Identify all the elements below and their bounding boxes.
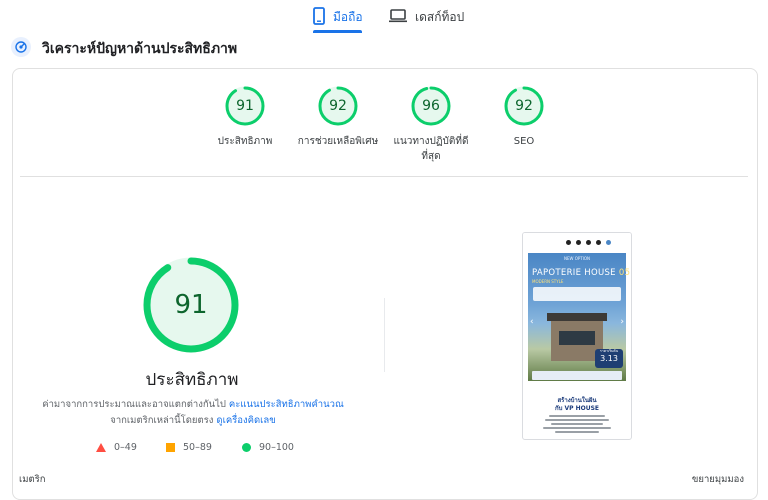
section-title: วิเคราะห์ปัญหาด้านประสิทธิภาพ [42,41,238,57]
description-text-2: จากเมตริกเหล่านี้โดยตรง [110,415,217,426]
tab-desktop[interactable]: เดสก์ท็อป [389,0,464,34]
score-value: 96 [422,98,440,114]
preview-topbar [523,233,631,253]
card-divider [20,176,748,177]
preview-brand: PAPOTERIE HOUSE 05 [532,268,631,278]
tab-mobile-label: มือถือ [333,9,363,24]
preview-brand-num: 05 [618,268,631,278]
preview-spec-table [533,287,621,301]
preview-hero-small: NEW OPTION [563,256,591,261]
preview-bottom-title: สร้างบ้านในฝัน กับ VP HOUSE [554,397,600,412]
score-value: 92 [329,98,347,114]
desktop-icon [389,8,407,26]
tab-mobile[interactable]: มือถือ [313,0,363,34]
legend-average: 50–89 [166,442,212,453]
preview-hero-image: NEW OPTION PAPOTERIE HOUSE 05 MODERN STY… [528,253,630,381]
main-score-value: 91 [174,290,208,320]
score-label-line2: ที่สุด [421,151,441,162]
legend-pass-label: 90–100 [259,442,294,453]
metrics-heading: เมตริก [19,474,46,485]
legend-fail: 0–49 [96,442,137,453]
active-tab-indicator [313,30,362,33]
preview-contact-bar [532,371,622,380]
tab-desktop-label: เดสก์ท็อป [415,9,465,24]
preview-style: MODERN STYLE [532,279,564,284]
calculator-link[interactable]: ดูเครื่องคิดเลข [216,415,275,426]
description-text-1: ค่ามาจากการประมาณและอาจแตกต่างกันไป [42,399,229,410]
score-gauge-seo[interactable]: 92 SEO [454,86,594,149]
triangle-icon [96,443,106,452]
legend-average-label: 50–89 [183,442,212,453]
main-score-title: ประสิทธิภาพ [145,370,239,390]
score-value: 92 [515,98,533,114]
circle-icon [242,443,251,452]
preview-price-badge: ราคาเริ่มต้น 3.13 [595,349,623,368]
vertical-divider [384,298,385,372]
smartphone-icon [313,6,325,28]
main-score-gauge: 91 [142,256,240,354]
score-label: SEO [513,136,535,147]
social-icons [566,240,611,245]
performance-icon [11,37,31,57]
score-value: 91 [236,98,254,114]
legend-pass: 90–100 [242,442,294,453]
expand-view-toggle[interactable]: ขยายมุมมอง [692,472,744,487]
legend-fail-label: 0–49 [114,442,137,453]
chevron-left-icon: ‹ [530,317,534,327]
preview-text-lines [541,415,613,435]
score-calculation-link[interactable]: คะแนนประสิทธิภาพคำนวณ [229,399,344,410]
page-screenshot-preview: NEW OPTION PAPOTERIE HOUSE 05 MODERN STY… [522,232,632,440]
chevron-right-icon: › [620,317,624,327]
score-description: ค่ามาจากการประมาณและอาจแตกต่างกันไป คะแน… [40,397,346,429]
square-icon [166,443,175,452]
